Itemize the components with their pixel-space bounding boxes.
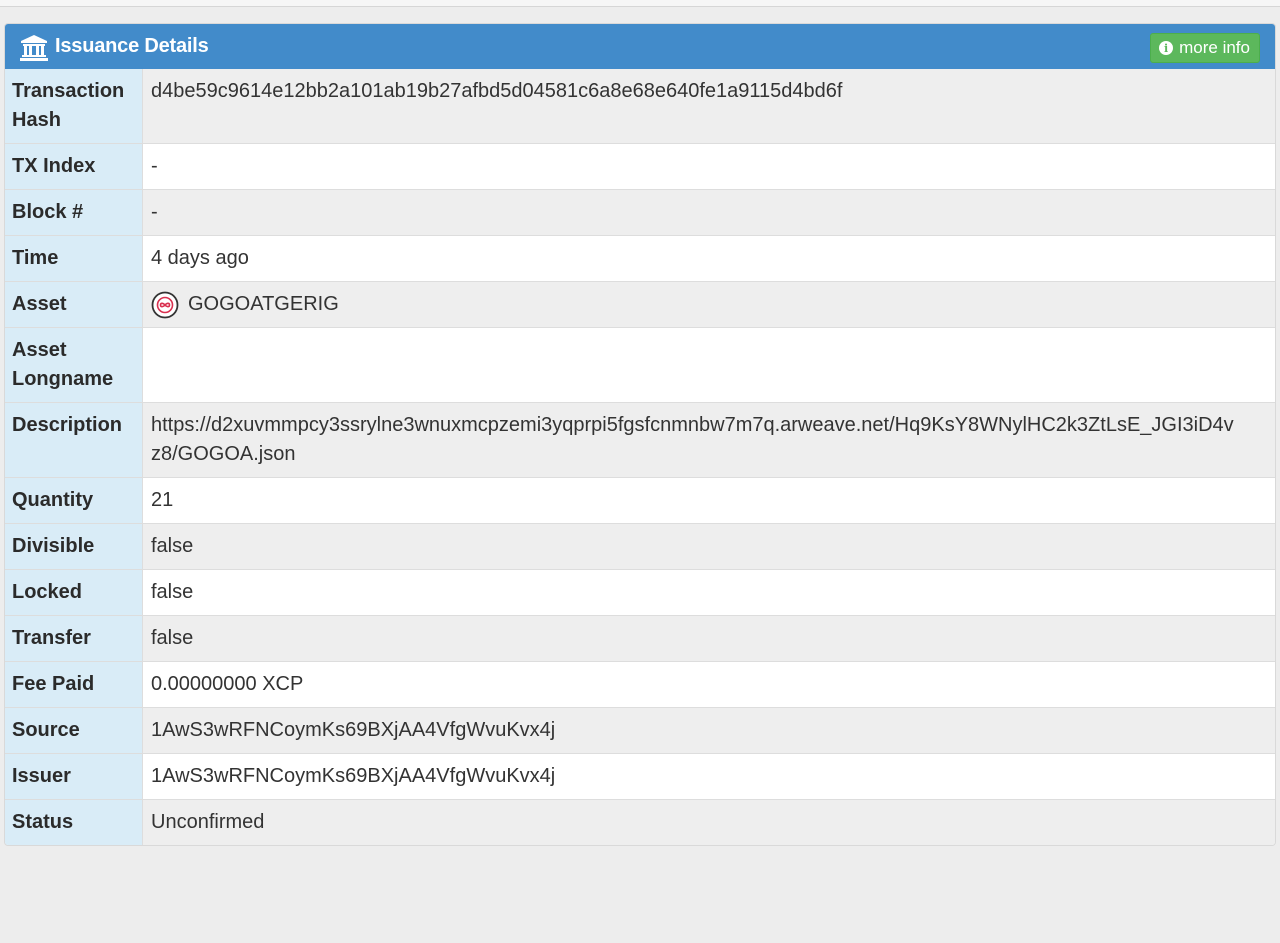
label-transaction-hash: Transaction Hash (5, 69, 143, 144)
value-description: https://d2xuvmmpcy3ssrylne3wnuxmcpzemi3y… (142, 402, 1275, 478)
label-block: Block # (5, 189, 143, 236)
value-transfer: false (142, 615, 1275, 662)
label-asset: Asset (5, 281, 143, 328)
label-issuer: Issuer (5, 753, 143, 800)
value-locked: false (142, 569, 1275, 616)
row-asset: Asset GOGOATGERIG (5, 281, 1275, 328)
more-info-label: more info (1179, 38, 1250, 57)
value-time: 4 days ago (142, 235, 1275, 282)
asset-icon (151, 291, 179, 318)
label-fee-paid: Fee Paid (5, 661, 143, 708)
value-block: - (142, 189, 1275, 236)
row-divisible: Divisible false (5, 523, 1275, 570)
row-status: Status Unconfirmed (5, 799, 1275, 845)
row-time: Time 4 days ago (5, 235, 1275, 282)
description-line-1[interactable]: https://d2xuvmmpcy3ssrylne3wnuxmcpzemi3y… (151, 411, 1275, 440)
label-status: Status (5, 799, 143, 845)
value-fee-paid: 0.00000000 XCP (142, 661, 1275, 708)
label-quantity: Quantity (5, 477, 143, 524)
value-asset-cell: GOGOATGERIG (142, 281, 1275, 328)
label-description: Description (5, 402, 143, 478)
row-quantity: Quantity 21 (5, 477, 1275, 524)
row-locked: Locked false (5, 569, 1275, 616)
row-source: Source 1AwS3wRFNCoymKs69BXjAA4VfgWvuKvx4… (5, 707, 1275, 754)
label-tx-index: TX Index (5, 143, 143, 190)
bank-icon (20, 34, 48, 61)
label-source: Source (5, 707, 143, 754)
value-status: Unconfirmed (142, 799, 1275, 845)
row-asset-longname: Asset Longname (5, 327, 1275, 403)
row-transfer: Transfer false (5, 615, 1275, 662)
issuance-details-panel: Issuance Details i more info Transaction… (4, 23, 1276, 846)
label-divisible: Divisible (5, 523, 143, 570)
value-source[interactable]: 1AwS3wRFNCoymKs69BXjAA4VfgWvuKvx4j (142, 707, 1275, 754)
label-locked: Locked (5, 569, 143, 616)
label-asset-longname: Asset Longname (5, 327, 143, 403)
more-info-button[interactable]: i more info (1150, 33, 1260, 63)
panel-title: Issuance Details (19, 24, 209, 69)
details-table: Transaction Hash d4be59c9614e12bb2a101ab… (5, 69, 1275, 845)
top-bar (0, 0, 1280, 7)
value-asset-longname (142, 327, 1275, 403)
row-tx-index: TX Index - (5, 143, 1275, 190)
value-tx-index: - (142, 143, 1275, 190)
info-icon: i (1159, 41, 1174, 55)
label-time: Time (5, 235, 143, 282)
row-issuer: Issuer 1AwS3wRFNCoymKs69BXjAA4VfgWvuKvx4… (5, 753, 1275, 800)
description-line-2[interactable]: z8/GOGOA.json (151, 440, 1275, 469)
asset-link[interactable]: GOGOATGERIG (151, 290, 1275, 319)
row-fee-paid: Fee Paid 0.00000000 XCP (5, 661, 1275, 708)
panel-title-text: Issuance Details (55, 35, 209, 57)
label-transfer: Transfer (5, 615, 143, 662)
value-divisible: false (142, 523, 1275, 570)
row-transaction-hash: Transaction Hash d4be59c9614e12bb2a101ab… (5, 69, 1275, 144)
panel-header: Issuance Details i more info (5, 24, 1275, 69)
row-block: Block # - (5, 189, 1275, 236)
value-transaction-hash: d4be59c9614e12bb2a101ab19b27afbd5d04581c… (142, 69, 1275, 144)
row-description: Description https://d2xuvmmpcy3ssrylne3w… (5, 402, 1275, 478)
value-issuer[interactable]: 1AwS3wRFNCoymKs69BXjAA4VfgWvuKvx4j (142, 753, 1275, 800)
value-quantity: 21 (142, 477, 1275, 524)
value-asset: GOGOATGERIG (188, 293, 339, 315)
